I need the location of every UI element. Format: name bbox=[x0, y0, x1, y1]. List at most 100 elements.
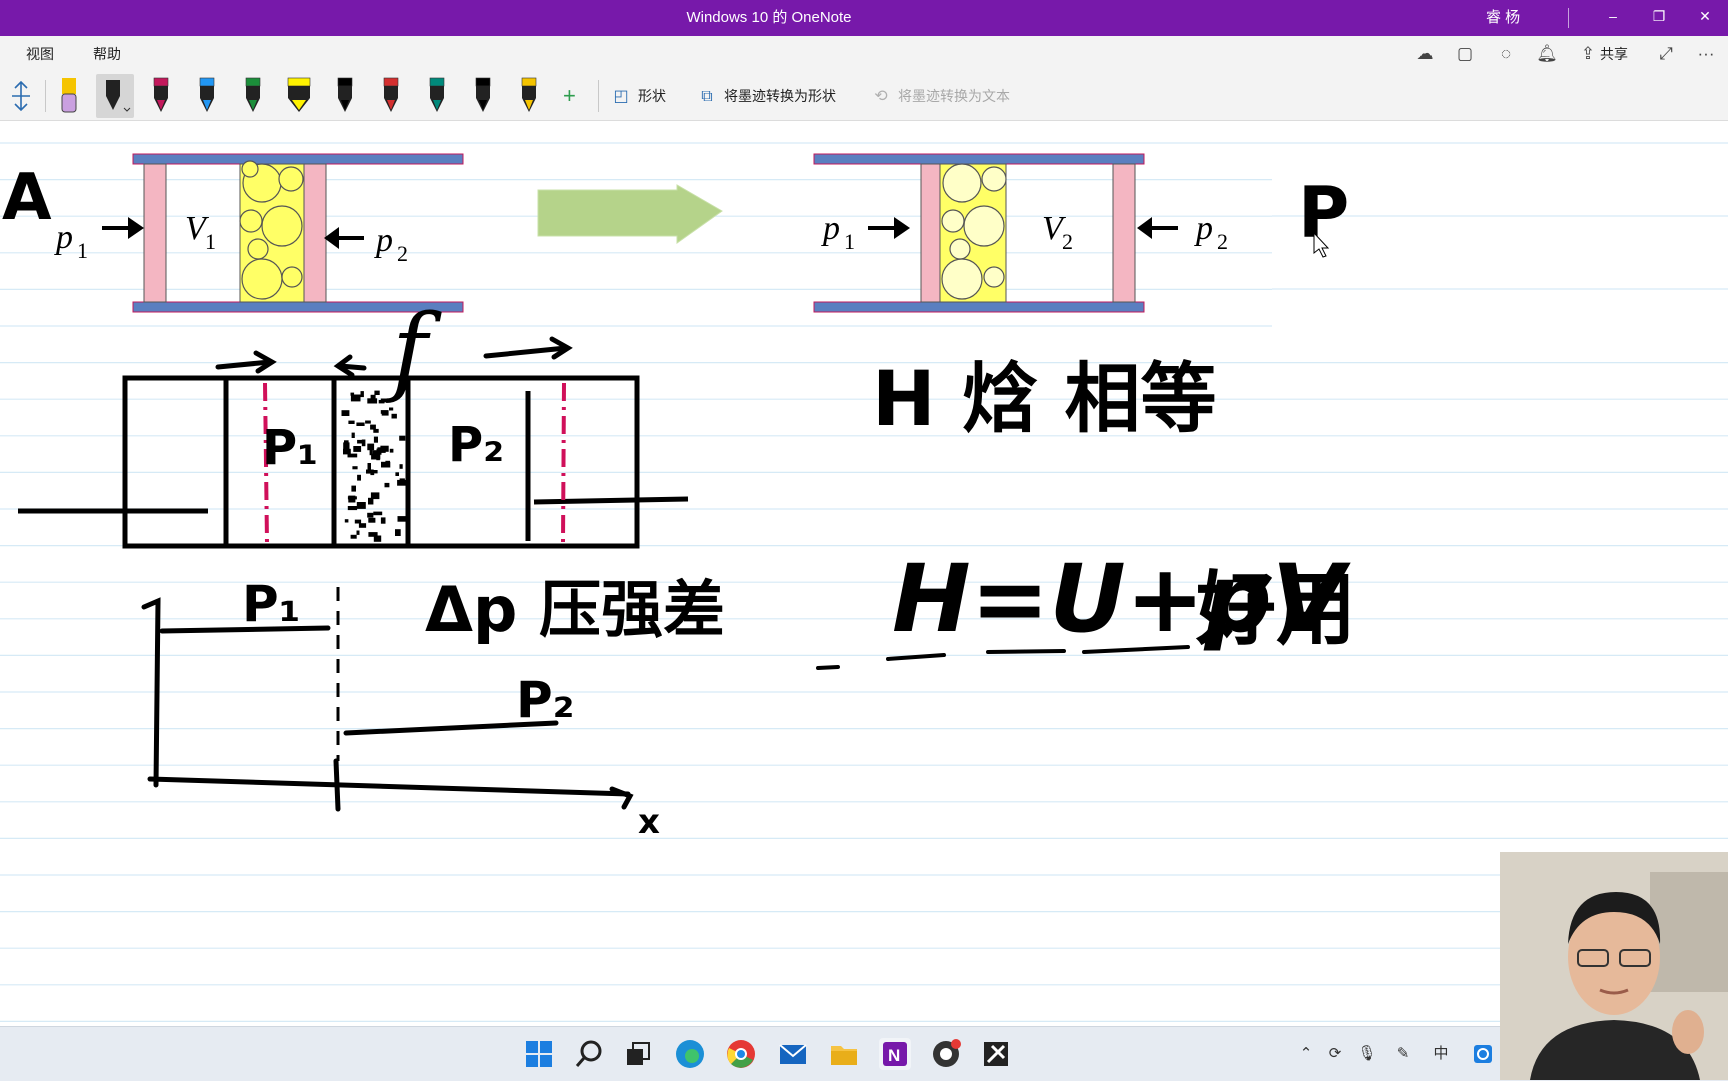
onenote-glyph: N bbox=[883, 1042, 907, 1066]
plug-speckle bbox=[368, 470, 378, 474]
windows-logo-glyph bbox=[526, 1041, 552, 1067]
sync-icon[interactable]: ☁ bbox=[1413, 42, 1437, 66]
plug-speckle bbox=[348, 420, 355, 424]
add-pen-button[interactable]: + bbox=[563, 78, 576, 114]
pipe-box bbox=[18, 375, 689, 549]
share-button[interactable]: 共享 bbox=[1600, 36, 1628, 72]
pen-color-icon[interactable] bbox=[420, 74, 454, 118]
plug-speckle bbox=[399, 478, 405, 483]
right-p2-label: p bbox=[1194, 210, 1213, 247]
plug-speckle bbox=[343, 442, 350, 450]
mail-icon[interactable] bbox=[777, 1038, 809, 1070]
plug-speckle bbox=[373, 535, 382, 542]
search-glyph bbox=[575, 1040, 602, 1067]
pen-glyph bbox=[429, 77, 445, 112]
pen-color-icon[interactable] bbox=[328, 74, 362, 118]
figure-left: p 1 V 1 p 2 bbox=[54, 153, 464, 313]
microphone-icon[interactable]: 🎙︎ bbox=[1356, 1043, 1378, 1065]
file-explorer-icon[interactable] bbox=[828, 1038, 860, 1070]
menu-bar: 视图 帮助 ☁ ▢ ◌ 🔔︎ ⇪ 共享 ⤢ ··· bbox=[0, 36, 1728, 72]
bell-icon[interactable]: 🔔︎ bbox=[1535, 42, 1559, 66]
plug-speckle bbox=[389, 448, 394, 453]
pen-color-icon[interactable] bbox=[466, 74, 500, 118]
note-canvas[interactable]: p 1 V 1 p 2 p 1 V 2 p 2 A P f P₁ P₂ P₁ P… bbox=[0, 121, 1728, 1026]
plug-speckle bbox=[370, 492, 380, 500]
onenote-app-icon[interactable]: N bbox=[879, 1038, 911, 1070]
ink-to-text-button[interactable]: ⟲ 将墨迹转换为文本 bbox=[870, 78, 1010, 114]
more-button[interactable]: ··· bbox=[1694, 42, 1718, 66]
selected-pen-glyph bbox=[106, 80, 131, 112]
share-icon[interactable]: ⇪ bbox=[1576, 42, 1600, 66]
eraser-icon[interactable] bbox=[52, 74, 86, 118]
plug-speckle bbox=[357, 439, 363, 444]
plug-speckle bbox=[384, 482, 390, 488]
box-p1: P₁ bbox=[262, 420, 318, 476]
lightbulb-icon[interactable]: ◌ bbox=[1494, 42, 1518, 66]
pen-color-icon[interactable] bbox=[144, 74, 178, 118]
webcam-overlay bbox=[1500, 852, 1728, 1080]
pen-color-icon[interactable] bbox=[190, 74, 224, 118]
plug-speckle bbox=[350, 534, 357, 539]
chrome-browser-icon[interactable] bbox=[725, 1038, 757, 1070]
plug-speckle bbox=[351, 485, 356, 492]
pen-glyph bbox=[383, 77, 399, 112]
plug-speckle bbox=[361, 439, 366, 447]
equation-underline bbox=[816, 645, 1190, 670]
left-p2-sub: 2 bbox=[397, 241, 408, 266]
plug-speckle bbox=[367, 443, 375, 451]
plug-speckle bbox=[371, 453, 381, 460]
svg-text:N: N bbox=[888, 1046, 900, 1065]
chrome-glyph bbox=[727, 1040, 755, 1068]
task-view-glyph bbox=[627, 1042, 650, 1065]
plug-speckle bbox=[380, 445, 389, 452]
toolbar-separator bbox=[45, 80, 46, 112]
toolbar-separator bbox=[598, 80, 599, 112]
close-button[interactable]: ✕ bbox=[1682, 0, 1728, 36]
pen-color-icon[interactable] bbox=[282, 74, 316, 118]
plug-speckle bbox=[373, 436, 378, 443]
expand-icon[interactable]: ⤢ bbox=[1654, 42, 1678, 66]
restore-button[interactable]: ❐ bbox=[1636, 0, 1682, 36]
ink-to-shape-button[interactable]: ⧉ 将墨迹转换为形状 bbox=[696, 78, 836, 114]
plug-speckle bbox=[380, 410, 389, 414]
plug-speckle bbox=[347, 506, 358, 511]
tray-app-icon[interactable] bbox=[1472, 1043, 1494, 1065]
edge-browser-icon[interactable] bbox=[674, 1038, 706, 1070]
plug-speckle bbox=[356, 530, 360, 535]
pen-color-icon[interactable] bbox=[236, 74, 270, 118]
page-icon[interactable]: ▢ bbox=[1453, 42, 1477, 66]
title-bar: Windows 10 的 OneNote 睿 杨 – ❐ ✕ bbox=[0, 0, 1728, 36]
pinned-app-icon[interactable] bbox=[980, 1038, 1012, 1070]
selected-pen-icon[interactable] bbox=[96, 74, 134, 118]
menu-help[interactable]: 帮助 bbox=[93, 36, 121, 72]
input-method-icon[interactable]: 中 bbox=[1430, 1043, 1452, 1065]
search-icon[interactable] bbox=[573, 1038, 605, 1070]
graph-p2: P₂ bbox=[516, 671, 575, 729]
pen-tray-icon[interactable]: ✎ bbox=[1392, 1043, 1414, 1065]
plug-speckle bbox=[356, 422, 365, 426]
lasso-select-icon[interactable] bbox=[6, 74, 36, 118]
plug-speckle bbox=[373, 428, 379, 433]
tray-chevron-icon[interactable]: ⌃ bbox=[1295, 1043, 1317, 1065]
pen-glyph bbox=[287, 77, 311, 112]
shapes-button[interactable]: ◰ 形状 bbox=[610, 78, 666, 114]
user-name[interactable]: 睿 杨 bbox=[1486, 0, 1520, 36]
plug-speckle bbox=[353, 446, 362, 452]
plug-speckle bbox=[397, 516, 406, 522]
plug-speckle bbox=[395, 529, 401, 536]
pen-glyph bbox=[337, 77, 353, 112]
pen-color-icon[interactable] bbox=[512, 74, 546, 118]
pen-color-icon[interactable] bbox=[374, 74, 408, 118]
tray-sync-icon[interactable]: ⟳ bbox=[1324, 1043, 1346, 1065]
start-windows-icon[interactable] bbox=[523, 1038, 555, 1070]
taskbar: N ⌃ ⟳ 🎙︎ ✎ 中 bbox=[0, 1026, 1728, 1081]
minimize-button[interactable]: – bbox=[1590, 0, 1636, 36]
task-view-icon[interactable] bbox=[622, 1038, 654, 1070]
plug-speckle bbox=[389, 407, 394, 411]
canvas-drawing: p 1 V 1 p 2 p 1 V 2 p 2 A P f P₁ P₂ P₁ P… bbox=[0, 121, 1728, 1023]
x-axis-label: x bbox=[638, 802, 660, 842]
plug-speckle bbox=[367, 398, 378, 404]
menu-view[interactable]: 视图 bbox=[26, 36, 54, 72]
obs-recorder-icon[interactable] bbox=[930, 1038, 962, 1070]
transition-arrow-icon bbox=[537, 184, 723, 244]
